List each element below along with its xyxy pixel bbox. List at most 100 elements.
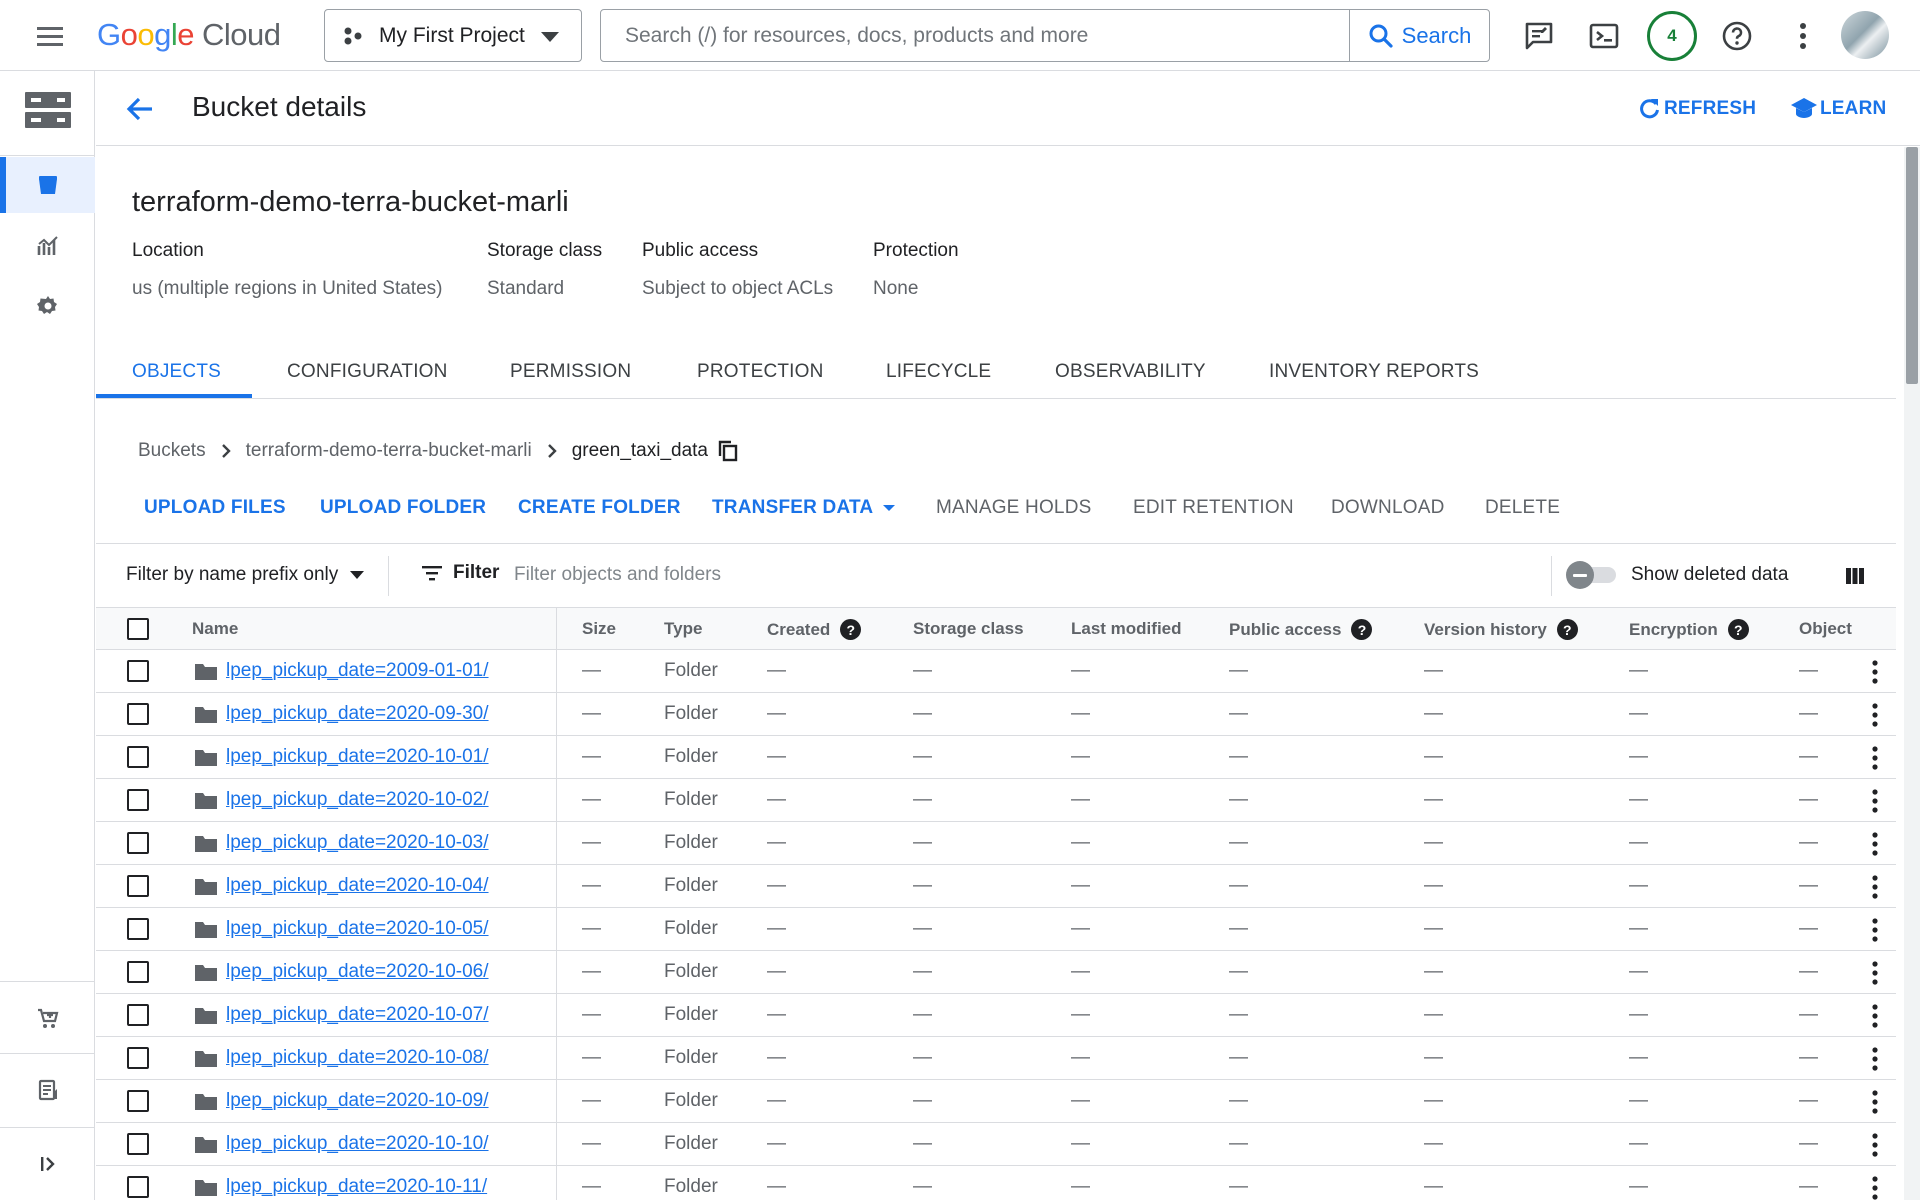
help-icon[interactable]: ? xyxy=(840,619,862,640)
breadcrumb-buckets[interactable]: Buckets xyxy=(138,440,206,462)
copy-icon[interactable] xyxy=(718,440,738,462)
transfer-data-button[interactable]: TRANSFER DATA xyxy=(712,497,896,519)
account-avatar[interactable] xyxy=(1841,11,1889,59)
more-vert-icon[interactable] xyxy=(1871,1176,1879,1200)
row-checkbox[interactable] xyxy=(127,1047,149,1069)
col-storage-class[interactable]: Storage class xyxy=(913,619,1024,639)
folder-link[interactable]: lpep_pickup_date=2020-09-30/ xyxy=(226,703,489,725)
table-row[interactable]: lpep_pickup_date=2020-09-30/ — Folder — — — — —… xyxy=(96,693,1896,736)
rail-item-settings[interactable] xyxy=(0,278,95,334)
folder-link[interactable]: lpep_pickup_date=2020-10-01/ xyxy=(226,746,489,768)
breadcrumb-bucket[interactable]: terraform-demo-terra-bucket-marli xyxy=(246,440,532,462)
folder-link[interactable]: lpep_pickup_date=2020-10-04/ xyxy=(226,875,489,897)
row-checkbox[interactable] xyxy=(127,660,149,682)
more-vert-icon[interactable] xyxy=(1784,17,1822,55)
tab-permission[interactable]: PERMISSION xyxy=(510,361,631,383)
feedback-icon[interactable] xyxy=(1520,17,1558,55)
col-size[interactable]: Size xyxy=(582,619,616,639)
refresh-button[interactable]: REFRESH xyxy=(1636,96,1756,122)
row-checkbox[interactable] xyxy=(127,703,149,725)
search-button[interactable]: Search xyxy=(1349,10,1489,61)
notifications-badge[interactable]: 4 xyxy=(1647,11,1697,61)
table-row[interactable]: lpep_pickup_date=2020-10-02/ — Folder — — — — —… xyxy=(96,779,1896,822)
project-picker[interactable]: My First Project xyxy=(324,9,582,62)
row-checkbox[interactable] xyxy=(127,1004,149,1026)
folder-link[interactable]: lpep_pickup_date=2020-10-08/ xyxy=(226,1047,489,1069)
row-checkbox[interactable] xyxy=(127,1133,149,1155)
search-input[interactable] xyxy=(601,10,1349,61)
filter-input[interactable] xyxy=(514,558,1114,592)
table-row[interactable]: lpep_pickup_date=2020-10-11/ — Folder — — — — —… xyxy=(96,1166,1896,1200)
folder-link[interactable]: lpep_pickup_date=2020-10-11/ xyxy=(226,1176,487,1198)
more-vert-icon[interactable] xyxy=(1871,789,1879,813)
col-public-access[interactable]: Public access? xyxy=(1229,619,1373,640)
help-icon[interactable]: ? xyxy=(1727,619,1749,640)
folder-link[interactable]: lpep_pickup_date=2020-10-09/ xyxy=(226,1090,489,1112)
row-checkbox[interactable] xyxy=(127,875,149,897)
more-vert-icon[interactable] xyxy=(1871,1090,1879,1114)
col-object-retention[interactable]: Object r xyxy=(1799,619,1856,639)
col-last-modified[interactable]: Last modified xyxy=(1071,619,1182,639)
expand-rail-icon[interactable] xyxy=(0,1136,95,1192)
col-encryption[interactable]: Encryption? xyxy=(1629,619,1749,640)
filter-prefix-select[interactable]: Filter by name prefix only xyxy=(126,564,365,586)
folder-link[interactable]: lpep_pickup_date=2020-10-07/ xyxy=(226,1004,489,1026)
folder-link[interactable]: lpep_pickup_date=2020-10-10/ xyxy=(226,1133,489,1155)
table-row[interactable]: lpep_pickup_date=2020-10-04/ — Folder — — — — —… xyxy=(96,865,1896,908)
table-row[interactable]: lpep_pickup_date=2020-10-08/ — Folder — — — — —… xyxy=(96,1037,1896,1080)
col-created[interactable]: Created? xyxy=(767,619,862,640)
delete-button[interactable]: DELETE xyxy=(1485,497,1560,519)
folder-link[interactable]: lpep_pickup_date=2020-10-03/ xyxy=(226,832,489,854)
create-folder-button[interactable]: CREATE FOLDER xyxy=(518,497,681,519)
release-notes-icon[interactable] xyxy=(0,1062,95,1118)
row-checkbox[interactable] xyxy=(127,918,149,940)
upload-files-button[interactable]: UPLOAD FILES xyxy=(144,497,286,519)
row-checkbox[interactable] xyxy=(127,961,149,983)
table-row[interactable]: lpep_pickup_date=2020-10-06/ — Folder — — — — —… xyxy=(96,951,1896,994)
tab-protection[interactable]: PROTECTION xyxy=(697,361,824,383)
table-row[interactable]: lpep_pickup_date=2020-10-05/ — Folder — — — — —… xyxy=(96,908,1896,951)
row-checkbox[interactable] xyxy=(127,1176,149,1198)
tab-configuration[interactable]: CONFIGURATION xyxy=(287,361,448,383)
more-vert-icon[interactable] xyxy=(1871,918,1879,942)
more-vert-icon[interactable] xyxy=(1871,746,1879,770)
folder-link[interactable]: lpep_pickup_date=2020-10-02/ xyxy=(226,789,489,811)
tab-inventory-reports[interactable]: INVENTORY REPORTS xyxy=(1269,361,1479,383)
help-icon[interactable] xyxy=(1718,17,1756,55)
more-vert-icon[interactable] xyxy=(1871,832,1879,856)
tab-lifecycle[interactable]: LIFECYCLE xyxy=(886,361,991,383)
help-icon[interactable]: ? xyxy=(1556,619,1578,640)
google-cloud-logo[interactable]: Google Cloud xyxy=(97,17,281,53)
edit-retention-button[interactable]: EDIT RETENTION xyxy=(1133,497,1294,519)
tab-objects[interactable]: OBJECTS xyxy=(132,361,221,383)
download-button[interactable]: DOWNLOAD xyxy=(1331,497,1445,519)
col-type[interactable]: Type xyxy=(664,619,702,639)
col-name[interactable]: Name xyxy=(192,619,238,639)
scrollbar-thumb[interactable] xyxy=(1906,147,1918,384)
folder-link[interactable]: lpep_pickup_date=2020-10-06/ xyxy=(226,961,489,983)
folder-link[interactable]: lpep_pickup_date=2020-10-05/ xyxy=(226,918,489,940)
table-row[interactable]: lpep_pickup_date=2009-01-01/ — Folder — — — — —… xyxy=(96,650,1896,693)
table-row[interactable]: lpep_pickup_date=2020-10-07/ — Folder — — — — —… xyxy=(96,994,1896,1037)
table-row[interactable]: lpep_pickup_date=2020-10-09/ — Folder — — — — —… xyxy=(96,1080,1896,1123)
upload-folder-button[interactable]: UPLOAD FOLDER xyxy=(320,497,486,519)
back-arrow-icon[interactable] xyxy=(122,91,158,127)
manage-holds-button[interactable]: MANAGE HOLDS xyxy=(936,497,1092,519)
rail-item-monitoring[interactable] xyxy=(0,218,95,274)
show-deleted-toggle[interactable] xyxy=(1566,561,1620,589)
row-checkbox[interactable] xyxy=(127,746,149,768)
row-checkbox[interactable] xyxy=(127,789,149,811)
more-vert-icon[interactable] xyxy=(1871,1133,1879,1157)
table-row[interactable]: lpep_pickup_date=2020-10-01/ — Folder — — — — —… xyxy=(96,736,1896,779)
folder-link[interactable]: lpep_pickup_date=2009-01-01/ xyxy=(226,660,489,682)
more-vert-icon[interactable] xyxy=(1871,961,1879,985)
col-version-history[interactable]: Version history? xyxy=(1424,619,1578,640)
marketplace-icon[interactable] xyxy=(0,991,95,1047)
more-vert-icon[interactable] xyxy=(1871,660,1879,684)
more-vert-icon[interactable] xyxy=(1871,703,1879,727)
help-icon[interactable]: ? xyxy=(1351,619,1373,640)
storage-product-icon[interactable] xyxy=(0,76,95,144)
more-vert-icon[interactable] xyxy=(1871,875,1879,899)
row-checkbox[interactable] xyxy=(127,1090,149,1112)
table-row[interactable]: lpep_pickup_date=2020-10-03/ — Folder — — — — —… xyxy=(96,822,1896,865)
